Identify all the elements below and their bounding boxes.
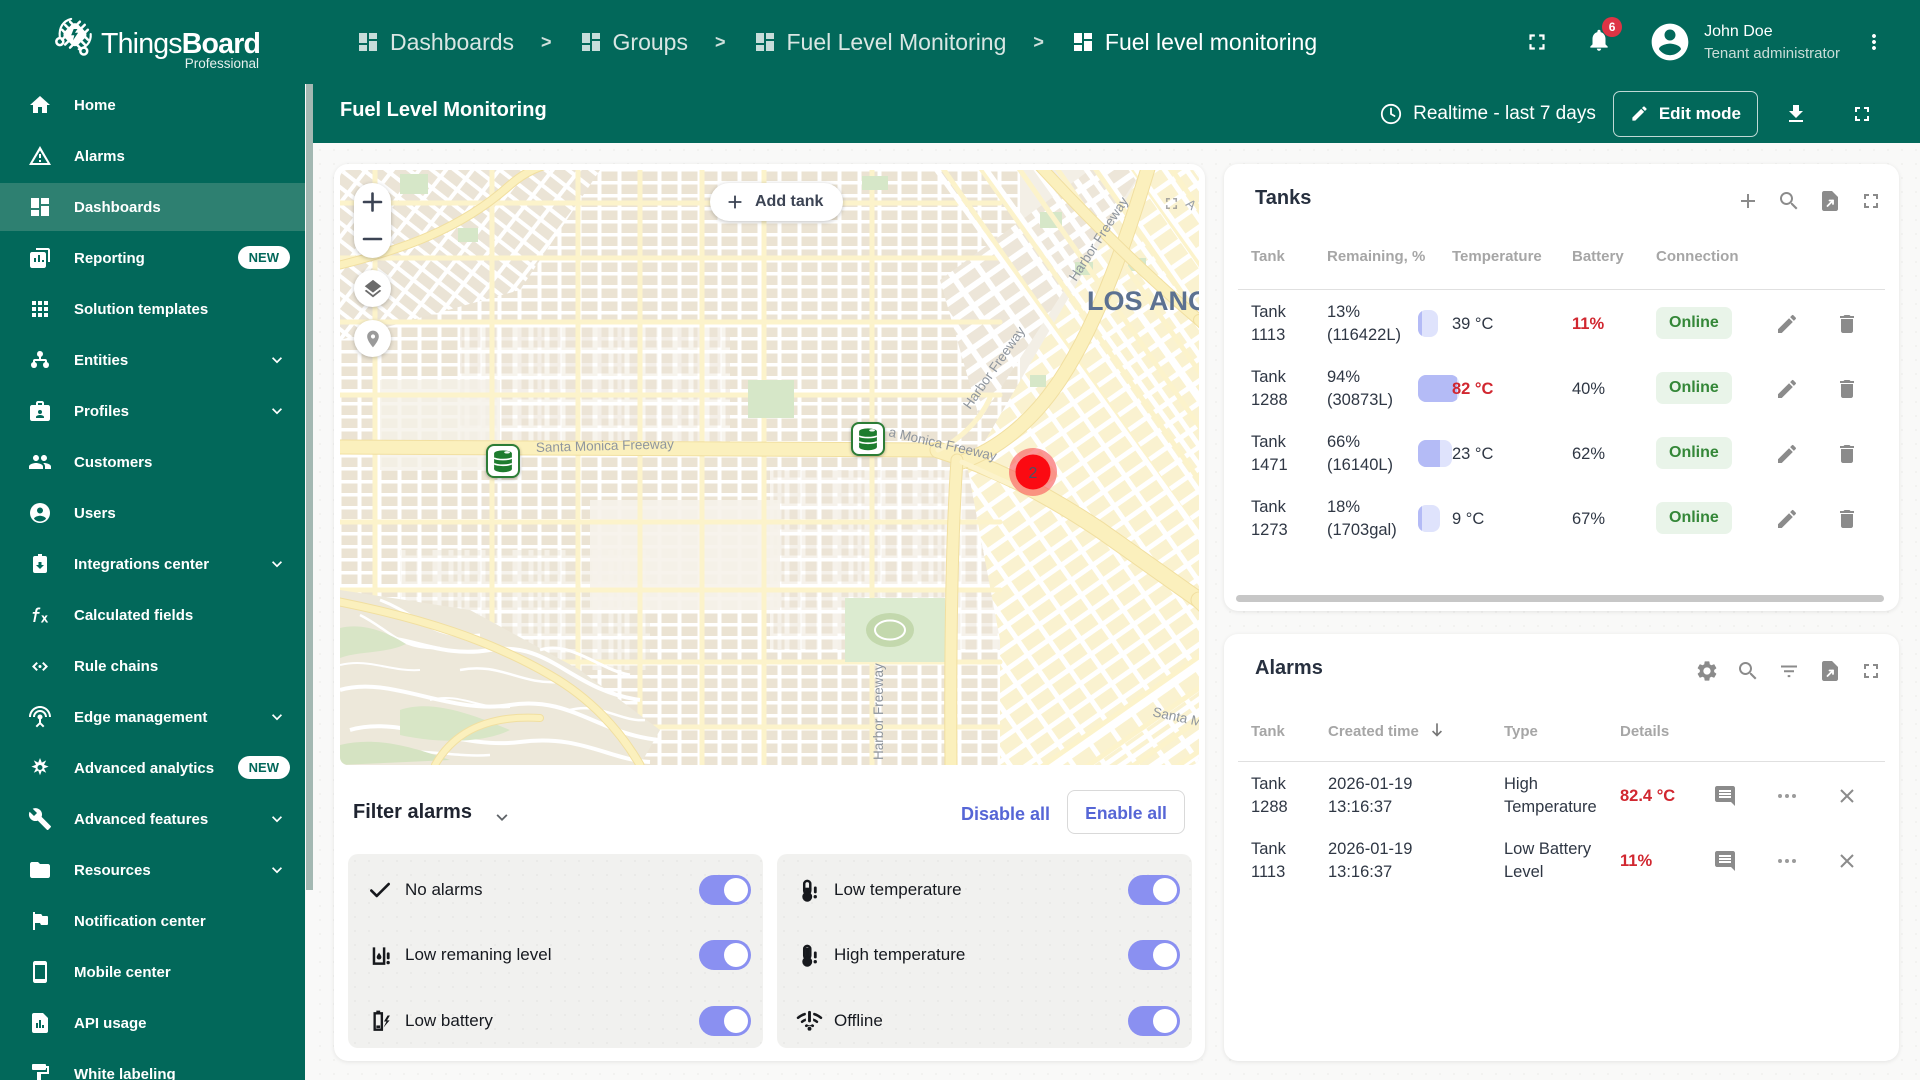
svg-text:LOS ANGELES: LOS ANGELES bbox=[1087, 286, 1199, 316]
svg-text:Professional: Professional bbox=[185, 56, 259, 71]
svg-text:Harbor Freeway: Harbor Freeway bbox=[871, 663, 886, 760]
svg-text:2: 2 bbox=[1029, 465, 1038, 482]
